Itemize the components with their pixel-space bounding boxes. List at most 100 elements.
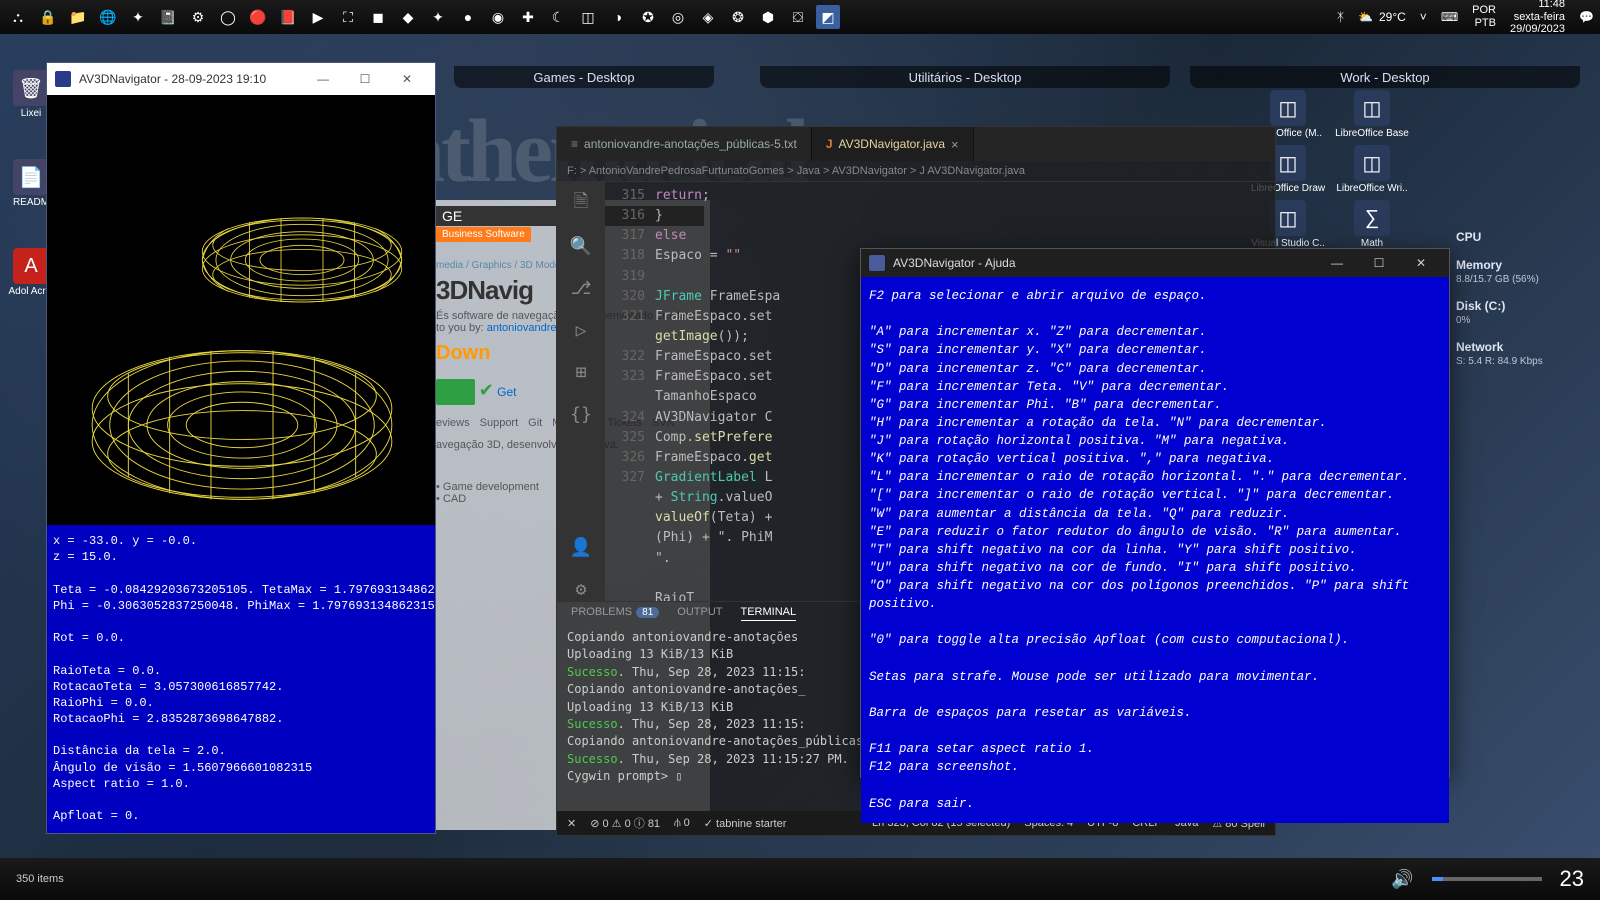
app-icon[interactable]: ⛋ — [786, 5, 810, 29]
torus-render — [87, 325, 397, 525]
app-icon[interactable]: ✚ — [516, 5, 540, 29]
help-window[interactable]: AV3DNavigator - Ajuda — ☐ ✕ F2 para sele… — [860, 248, 1450, 778]
tray-icon[interactable]: ⌨ — [1441, 10, 1458, 24]
app-icon[interactable]: ⚙ — [186, 5, 210, 29]
widget-network[interactable]: NetworkS: 5.4 R: 84.9 Kbps — [1456, 340, 1596, 367]
app-icon[interactable]: ◑ — [606, 5, 630, 29]
notifications-icon[interactable]: 💬 — [1579, 10, 1594, 24]
status-readout: x = -33.0. y = -0.0. z = 15.0. Teta = -0… — [47, 525, 435, 833]
app-icon[interactable]: ◆ — [396, 5, 420, 29]
gear-icon[interactable]: ⚙ — [569, 577, 593, 601]
window-title: AV3DNavigator - 28-09-2023 19:10 — [79, 72, 266, 86]
app-icon[interactable]: 🔴 — [246, 5, 270, 29]
sf-badge: Business Software — [436, 227, 531, 242]
vscode-tabs: ≡antoniovandre-anotações_públicas-5.txt … — [557, 127, 1275, 161]
maximize-button[interactable]: ☐ — [345, 65, 385, 93]
desk-icon[interactable]: ◫LibreOffice Wri.. — [1334, 145, 1410, 194]
app-icon[interactable]: ✦ — [126, 5, 150, 29]
desktop-group-work[interactable]: Work - Desktop — [1190, 66, 1580, 88]
top-taskbar: ⛬ 🔒 📁 🌐 ✦ 📓 ⚙ ◯ 🔴 📕 ▶ ⛶ ◼ ◆ ✦ ● ◉ ✚ ☾ ◫ … — [0, 0, 1600, 34]
speaker-icon[interactable]: 🔊 — [1391, 869, 1413, 890]
torus-render — [197, 205, 407, 315]
app-icon[interactable]: 📁 — [66, 5, 90, 29]
line-gutter: 315316317318319320321 322323 32432532632… — [605, 182, 655, 601]
search-icon[interactable]: 🔍 — [569, 234, 593, 258]
app-icon[interactable]: ✪ — [636, 5, 660, 29]
weather-temp: 29°C — [1379, 10, 1406, 24]
json-icon[interactable]: {} — [569, 402, 593, 426]
app-icon[interactable]: ❂ — [726, 5, 750, 29]
panel-tab-problems[interactable]: PROBLEMS81 — [571, 606, 659, 621]
panel-tab-terminal[interactable]: TERMINAL — [741, 606, 797, 621]
desk-icon[interactable]: ◫LibreOffice Base — [1334, 90, 1410, 139]
desktop-group-games[interactable]: Games - Desktop — [454, 66, 714, 88]
weather-widget[interactable]: ⛅ 29°C — [1358, 10, 1406, 24]
app-icon[interactable]: ● — [456, 5, 480, 29]
weather-icon: ⛅ — [1358, 10, 1373, 24]
app-icon[interactable]: 🔒 — [36, 5, 60, 29]
app-icon[interactable]: ▶ — [306, 5, 330, 29]
extensions-icon[interactable]: ⊞ — [569, 360, 593, 384]
app-icon[interactable]: ◈ — [696, 5, 720, 29]
status-close-icon[interactable]: ✕ — [567, 817, 576, 830]
volume-slider[interactable] — [1432, 877, 1542, 881]
app-icon[interactable]: 📓 — [156, 5, 180, 29]
scm-icon[interactable]: ⎇ — [569, 276, 593, 300]
performance-widgets: CPU Memory8.8/15.7 GB (56%) Disk (C:)0% … — [1456, 230, 1596, 381]
vscode-tab[interactable]: ≡antoniovandre-anotações_públicas-5.txt — [557, 127, 812, 161]
app-icon — [55, 71, 71, 87]
app-icon[interactable]: ◩ — [816, 5, 840, 29]
sf-author-link[interactable]: antoniovandre — [487, 322, 557, 334]
status-port[interactable]: ⫛ 0 — [674, 817, 690, 830]
app-icon[interactable]: ◯ — [216, 5, 240, 29]
clock[interactable]: 11:48 sexta-feira 29/09/2023 — [1510, 0, 1565, 36]
status-tabnine[interactable]: ✓ tabnine starter — [704, 817, 787, 830]
desk-icon[interactable]: ∑Math — [1334, 200, 1410, 249]
system-tray: ᛡ ⛅ 29°C ˅ ⌨ POR PTB 11:48 sexta-feira 2… — [1337, 0, 1594, 36]
app-icon[interactable]: 🌐 — [96, 5, 120, 29]
tray-chevron-icon[interactable]: ˅ — [1420, 10, 1427, 24]
widget-cpu[interactable]: CPU — [1456, 230, 1596, 244]
titlebar[interactable]: AV3DNavigator - 28-09-2023 19:10 — ☐ ✕ — [47, 63, 435, 95]
vscode-tab-active[interactable]: JAV3DNavigator.java× — [812, 127, 974, 161]
app-icon[interactable]: ✦ — [426, 5, 450, 29]
av3dnavigator-window[interactable]: AV3DNavigator - 28-09-2023 19:10 — ☐ ✕ — [46, 62, 436, 834]
minimize-button[interactable]: — — [1317, 249, 1357, 277]
widget-memory[interactable]: Memory8.8/15.7 GB (56%) — [1456, 258, 1596, 285]
volume-level: 23 — [1560, 866, 1584, 892]
language-indicator[interactable]: POR PTB — [1472, 4, 1496, 29]
app-icon[interactable]: ⬢ — [756, 5, 780, 29]
maximize-button[interactable]: ☐ — [1359, 249, 1399, 277]
tray-icon[interactable]: ᛡ — [1337, 10, 1344, 24]
panel-tab-output[interactable]: OUTPUT — [677, 606, 722, 621]
check-icon: ✔ — [479, 380, 494, 400]
app-icon[interactable]: ⛶ — [336, 5, 360, 29]
vscode-breadcrumbs[interactable]: F: > AntonioVandrePedrosaFurtunatoGomes … — [557, 161, 1275, 182]
3d-canvas[interactable] — [47, 95, 435, 525]
app-icon[interactable]: ◫ — [576, 5, 600, 29]
account-icon[interactable]: 👤 — [569, 535, 593, 559]
items-count: 350 items — [16, 873, 64, 885]
minimize-button[interactable]: — — [303, 65, 343, 93]
close-button[interactable]: ✕ — [1401, 249, 1441, 277]
files-icon[interactable]: 🗎 — [569, 192, 593, 216]
taskbar-pinned-apps: ⛬ 🔒 📁 🌐 ✦ 📓 ⚙ ◯ 🔴 📕 ▶ ⛶ ◼ ◆ ✦ ● ◉ ✚ ☾ ◫ … — [6, 5, 840, 29]
start-icon[interactable]: ⛬ — [6, 5, 30, 29]
vscode-activity-bar: 🗎 🔍 ⎇ ▷ ⊞ {} 👤 ⚙ — [557, 182, 605, 601]
app-icon[interactable]: ◼ — [366, 5, 390, 29]
close-button[interactable]: ✕ — [387, 65, 427, 93]
app-icon[interactable]: ☾ — [546, 5, 570, 29]
app-icon[interactable]: ◎ — [666, 5, 690, 29]
app-icon[interactable]: 📕 — [276, 5, 300, 29]
app-icon — [869, 255, 885, 271]
run-icon[interactable]: ▷ — [569, 318, 593, 342]
help-text: F2 para selecionar e abrir arquivo de es… — [861, 277, 1449, 823]
window-title: AV3DNavigator - Ajuda — [893, 256, 1016, 270]
widget-disk[interactable]: Disk (C:)0% — [1456, 299, 1596, 326]
close-icon[interactable]: × — [951, 137, 959, 152]
desktop-group-util[interactable]: Utilitários - Desktop — [760, 66, 1170, 88]
status-errors[interactable]: ⊘ 0 ⚠ 0 ⓘ 81 — [590, 815, 660, 831]
sf-get-link[interactable]: Get — [497, 385, 516, 399]
app-icon[interactable]: ◉ — [486, 5, 510, 29]
help-titlebar[interactable]: AV3DNavigator - Ajuda — ☐ ✕ — [861, 249, 1449, 277]
